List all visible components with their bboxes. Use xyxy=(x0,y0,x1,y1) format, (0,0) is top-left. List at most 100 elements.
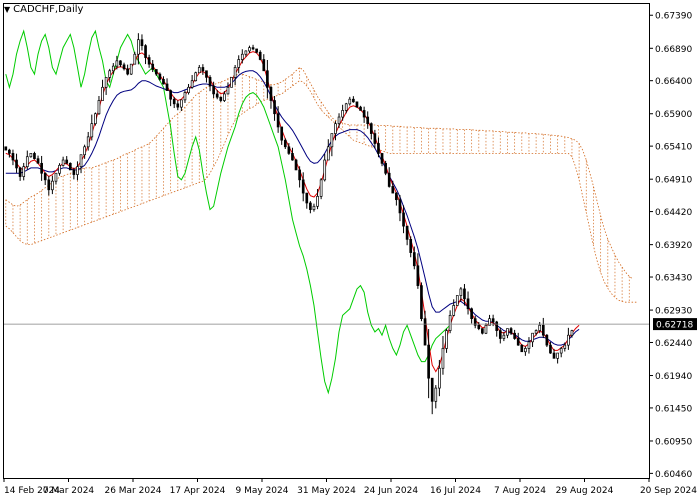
candle xyxy=(305,192,309,209)
candle-body xyxy=(559,348,563,354)
dropdown-triangle-icon[interactable]: ▼ xyxy=(4,5,10,15)
candle-body xyxy=(312,205,316,210)
candle-body xyxy=(126,68,129,75)
candle xyxy=(61,156,65,167)
candle-body xyxy=(115,60,119,67)
candle-body xyxy=(212,85,215,95)
candle-body xyxy=(255,48,258,53)
candle xyxy=(40,155,43,181)
x-tick-label: 26 Mar 2024 xyxy=(104,486,161,496)
candle-body xyxy=(122,64,126,70)
candle-body xyxy=(391,186,395,194)
candle-body xyxy=(448,315,452,331)
candle-body xyxy=(90,123,94,138)
candle xyxy=(108,68,112,83)
candle xyxy=(362,106,366,123)
candle xyxy=(190,75,194,89)
candle-body xyxy=(140,39,144,47)
candle xyxy=(266,60,269,99)
candle xyxy=(484,323,488,335)
candle-body xyxy=(520,344,524,353)
candle xyxy=(495,320,499,337)
current-price-label: 0.62718 xyxy=(656,321,693,331)
candle-body xyxy=(513,332,516,339)
candle-body xyxy=(402,212,405,227)
candle xyxy=(158,72,162,81)
x-tick-label: 17 Apr 2024 xyxy=(170,486,226,496)
candle xyxy=(405,225,409,246)
candle-body xyxy=(25,156,29,167)
candle-body xyxy=(359,106,362,111)
candle xyxy=(280,126,284,145)
candle-body xyxy=(348,98,352,105)
candle-body xyxy=(194,72,198,82)
candle xyxy=(201,64,205,75)
candle-body xyxy=(201,67,205,72)
candle xyxy=(423,310,427,346)
candle-body xyxy=(545,334,549,346)
candle xyxy=(219,96,223,103)
candle-body xyxy=(405,225,409,240)
candle xyxy=(197,64,201,74)
candle-body xyxy=(151,63,155,70)
candle xyxy=(319,178,323,200)
candle-body xyxy=(129,63,133,75)
candle-body xyxy=(541,324,545,336)
candle-body xyxy=(76,166,79,175)
y-tick-label: 0.67390 xyxy=(655,12,692,22)
price-chart[interactable]: 0.62718 0.67390 0.66890 0.66400 0.65900 0.65… xyxy=(0,0,700,500)
candle-body xyxy=(68,162,72,171)
candle-body xyxy=(244,50,248,55)
y-tick-label: 0.61450 xyxy=(655,404,692,414)
candle-body xyxy=(445,330,448,349)
candle-body xyxy=(420,285,423,320)
candle-body xyxy=(43,172,47,181)
y-tick-label: 0.60950 xyxy=(655,437,692,447)
candle-body xyxy=(287,146,291,154)
candle xyxy=(416,253,420,289)
candle-body xyxy=(395,192,398,201)
candle xyxy=(556,352,559,364)
candle xyxy=(183,90,187,103)
candle xyxy=(448,310,452,334)
candle xyxy=(441,335,445,375)
candle-body xyxy=(305,192,309,204)
candle-body xyxy=(11,153,15,161)
candle xyxy=(524,346,527,356)
candle-body xyxy=(165,83,169,91)
candle xyxy=(248,45,251,53)
y-tick-label: 0.62440 xyxy=(655,339,692,349)
candle xyxy=(208,75,212,92)
candle xyxy=(90,114,94,141)
candle-body xyxy=(266,70,269,88)
candle xyxy=(51,175,54,195)
candle-body xyxy=(527,341,531,349)
candle xyxy=(122,62,126,71)
candle xyxy=(176,100,180,111)
candle-body xyxy=(409,239,413,253)
candle xyxy=(233,65,237,86)
candle xyxy=(8,148,11,158)
candle xyxy=(309,201,312,214)
candle xyxy=(165,78,169,91)
candle xyxy=(4,146,8,151)
candle xyxy=(323,153,327,182)
candle xyxy=(498,327,502,344)
candle-body xyxy=(36,158,40,164)
x-tick-label: 7 Mar 2024 xyxy=(43,486,95,496)
candle-body xyxy=(323,159,327,181)
y-tick-label: 0.63430 xyxy=(655,274,692,284)
candle xyxy=(251,44,255,51)
candle-body xyxy=(430,377,434,402)
candle-body xyxy=(22,166,26,177)
candle-body xyxy=(276,113,280,128)
candle-body xyxy=(269,86,273,101)
candle xyxy=(452,299,456,317)
candle xyxy=(291,147,294,161)
y-tick-label: 0.65900 xyxy=(655,110,692,120)
candle-body xyxy=(466,298,470,310)
candle-body xyxy=(484,324,488,334)
candle xyxy=(187,83,190,95)
candle xyxy=(151,60,155,73)
candle-body xyxy=(108,70,112,78)
